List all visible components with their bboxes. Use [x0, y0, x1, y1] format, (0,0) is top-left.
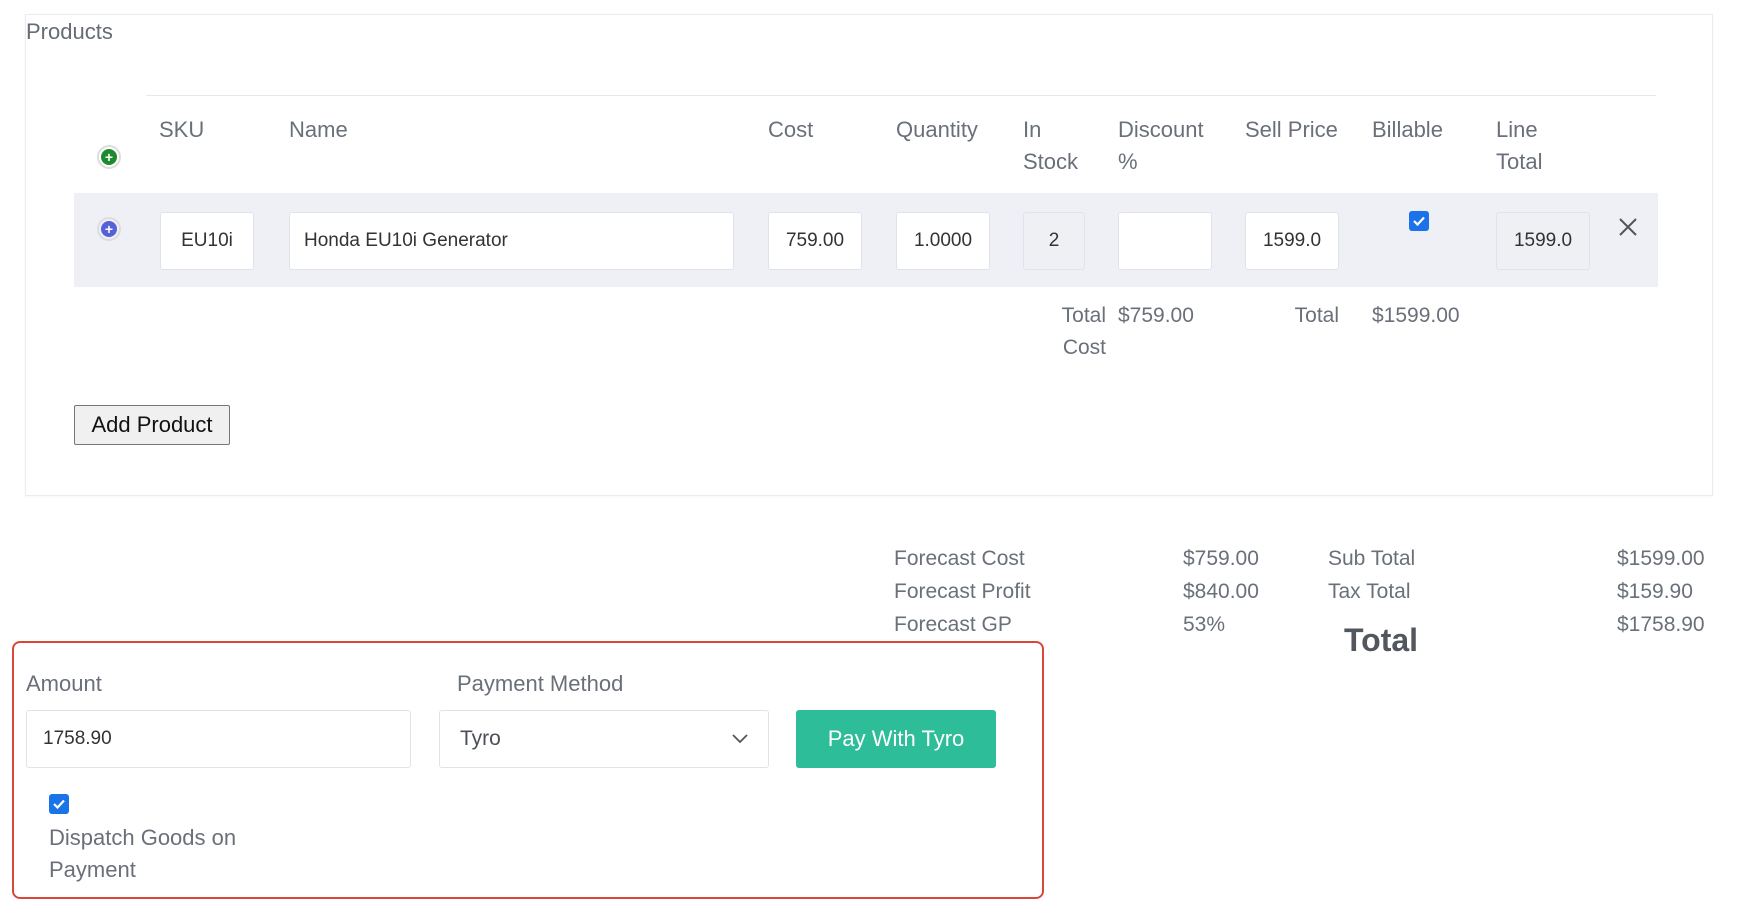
col-line-total-line2: Total	[1496, 149, 1543, 174]
add-row-button[interactable]: +	[97, 145, 121, 169]
forecast-profit-label: Forecast Profit	[894, 580, 1031, 603]
col-in-stock-line1: In	[1023, 117, 1042, 142]
line-total-field: 1599.0	[1496, 212, 1590, 270]
sub-total-value: $1599.00	[1617, 547, 1705, 570]
dispatch-checkbox[interactable]	[49, 794, 69, 814]
total-cost-label-line2: Cost	[1062, 336, 1106, 359]
col-line-total-line1: Line	[1496, 117, 1538, 142]
col-name: Name	[289, 117, 348, 142]
payment-method-value: Tyro	[460, 727, 501, 750]
col-discount: Discount %	[1118, 114, 1204, 178]
name-input[interactable]: Honda EU10i Generator	[289, 212, 734, 270]
amount-label: Amount	[26, 671, 102, 696]
col-sell-price: Sell Price	[1245, 117, 1338, 142]
dispatch-label-line2: Payment	[49, 857, 136, 882]
col-billable: Billable	[1372, 117, 1443, 142]
total-cost-value: $759.00	[1118, 304, 1194, 327]
col-line-total: Line Total	[1496, 114, 1542, 178]
tax-total-label: Tax Total	[1328, 580, 1411, 603]
pay-with-tyro-button[interactable]: Pay With Tyro	[796, 710, 996, 768]
dispatch-label: Dispatch Goods on Payment	[49, 822, 236, 886]
col-cost: Cost	[768, 117, 814, 142]
col-discount-line2: %	[1118, 149, 1138, 174]
sku-input[interactable]: EU10i	[160, 212, 254, 270]
billable-checkbox[interactable]	[1409, 211, 1429, 231]
header-divider	[146, 95, 1656, 96]
dispatch-label-line1: Dispatch Goods on	[49, 825, 237, 850]
total-label: Total	[1294, 304, 1339, 327]
plus-circle-icon: +	[101, 221, 117, 237]
sub-total-label: Sub Total	[1328, 547, 1416, 570]
total-value: $1599.00	[1372, 304, 1460, 327]
products-title: Products	[26, 19, 113, 44]
chevron-down-icon	[732, 734, 748, 744]
remove-row-button[interactable]	[1616, 215, 1640, 239]
total-cost-label-line1: Total	[1061, 304, 1106, 327]
tax-total-value: $159.90	[1617, 580, 1693, 603]
forecast-gp-value: 53%	[1183, 613, 1226, 636]
quantity-input[interactable]: 1.0000	[896, 212, 990, 270]
payment-method-select[interactable]: Tyro	[439, 710, 769, 768]
payment-method-label: Payment Method	[457, 671, 624, 696]
col-in-stock-line2: Stock	[1023, 149, 1079, 174]
col-discount-line1: Discount	[1118, 117, 1204, 142]
cost-input[interactable]: 759.00	[768, 212, 862, 270]
amount-input[interactable]: 1758.90	[26, 710, 411, 768]
row-menu-button[interactable]: +	[97, 217, 121, 241]
check-icon	[1413, 216, 1425, 227]
plus-circle-icon: +	[101, 149, 117, 165]
products-card: Products + SKU Name Cost Quantity In Sto…	[25, 14, 1713, 496]
check-icon	[53, 799, 65, 810]
in-stock-field: 2	[1023, 212, 1085, 270]
add-product-button[interactable]: Add Product	[74, 405, 230, 445]
col-sku: SKU	[159, 117, 205, 142]
forecast-profit-value: $840.00	[1183, 580, 1259, 603]
total-cost-label: Total Cost	[1026, 300, 1106, 364]
forecast-cost-label: Forecast Cost	[894, 547, 1025, 570]
forecast-cost-value: $759.00	[1183, 547, 1259, 570]
discount-input[interactable]	[1118, 212, 1212, 270]
col-quantity: Quantity	[896, 117, 978, 142]
sell-price-input[interactable]: 1599.0	[1245, 212, 1339, 270]
forecast-gp-label: Forecast GP	[894, 613, 1012, 636]
grand-total-value: $1758.90	[1617, 613, 1705, 636]
close-icon	[1619, 218, 1637, 236]
grand-total-label: Total	[1344, 622, 1419, 658]
col-in-stock: In Stock	[1023, 114, 1078, 178]
